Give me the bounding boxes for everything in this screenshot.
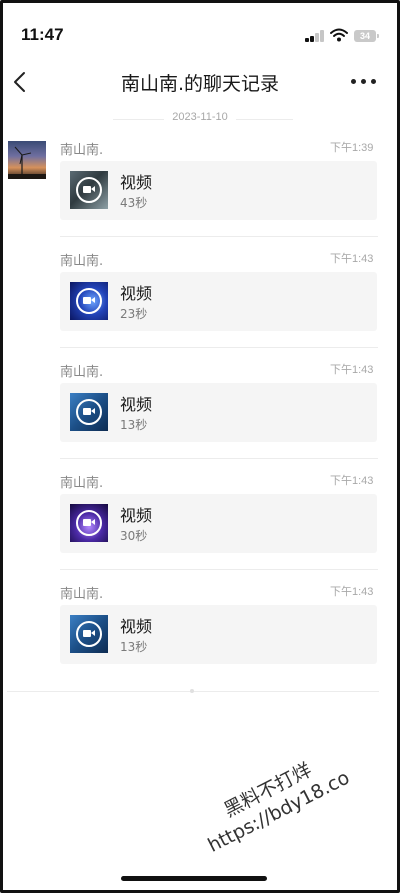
wifi-icon (330, 28, 348, 42)
battery-icon: 34 (354, 30, 379, 42)
video-label: 视频 (120, 617, 153, 636)
message-time: 下午1:43 (330, 475, 374, 487)
date-separator-text: 2023-11-10 (164, 111, 236, 123)
page-title: 南山南.的聊天记录 (120, 73, 280, 95)
video-label: 视频 (120, 395, 153, 414)
avatar[interactable] (8, 141, 46, 179)
watermark: 黑料不打烊 https://bdy18.co (193, 744, 354, 857)
video-thumbnail (70, 615, 108, 653)
video-play-icon (76, 621, 102, 647)
message-sender: 南山南. (60, 254, 104, 269)
video-duration: 13秒 (120, 418, 148, 432)
message-sender: 南山南. (60, 365, 104, 380)
video-duration: 23秒 (120, 307, 148, 321)
video-duration: 30秒 (120, 529, 148, 543)
video-duration: 43秒 (120, 196, 148, 210)
video-label: 视频 (120, 506, 153, 525)
video-label: 视频 (120, 284, 153, 303)
message-sender: 南山南. (60, 587, 104, 602)
video-message-card[interactable]: 视频 23秒 (60, 272, 377, 331)
video-message-card[interactable]: 视频 13秒 (60, 383, 377, 442)
date-separator: 2023-11-10 (3, 109, 397, 129)
nav-bar: 南山南.的聊天记录 (3, 59, 397, 107)
list-end-dot (190, 689, 194, 693)
video-play-icon (76, 399, 102, 425)
more-dots-icon[interactable] (351, 79, 377, 87)
home-indicator[interactable] (121, 876, 267, 881)
message-sender: 南山南. (60, 143, 104, 158)
divider (60, 347, 378, 348)
video-message-card[interactable]: 视频 30秒 (60, 494, 377, 553)
message-time: 下午1:43 (330, 586, 374, 598)
video-play-icon (76, 510, 102, 536)
wind-turbine-picture (8, 146, 46, 179)
message-time: 下午1:39 (330, 142, 374, 154)
message-sender: 南山南. (60, 476, 104, 491)
divider (60, 569, 378, 570)
phone-screen: 11:47 34 南山南.的聊天记录 2023-11-10 南山南. 下午1:3… (0, 0, 400, 893)
video-message-card[interactable]: 视频 13秒 (60, 605, 377, 664)
status-bar: 11:47 34 (3, 3, 397, 59)
status-time: 11:47 (21, 25, 64, 44)
divider (60, 458, 378, 459)
video-label: 视频 (120, 173, 153, 192)
video-thumbnail (70, 171, 108, 209)
video-thumbnail (70, 504, 108, 542)
signal-icon (305, 30, 325, 42)
video-thumbnail (70, 393, 108, 431)
video-play-icon (76, 288, 102, 314)
divider (60, 236, 378, 237)
message-time: 下午1:43 (330, 253, 374, 265)
video-play-icon (76, 177, 102, 203)
video-message-card[interactable]: 视频 43秒 (60, 161, 377, 220)
video-duration: 13秒 (120, 640, 148, 654)
message-time: 下午1:43 (330, 364, 374, 376)
video-thumbnail (70, 282, 108, 320)
